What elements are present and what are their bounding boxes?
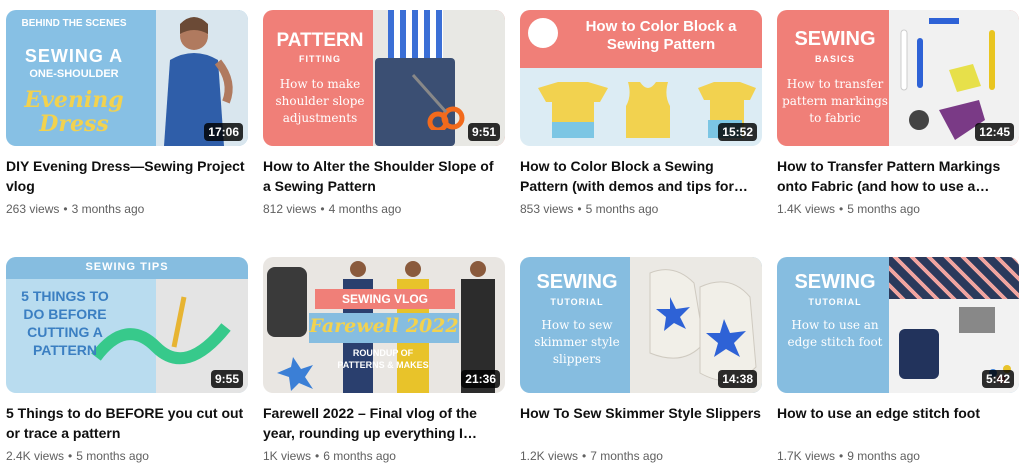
- video-thumbnail[interactable]: SEWING TUTORIAL How to sew skimmer style…: [520, 257, 762, 393]
- thumb-body: How to use an edge stitch foot: [787, 318, 883, 349]
- thumb-kicker: BEHIND THE SCENES: [21, 18, 127, 29]
- thumb-heading: SEWING: [794, 271, 876, 293]
- view-count: 1.2K views: [520, 449, 579, 463]
- upload-age: 6 months ago: [323, 449, 396, 463]
- video-thumbnail[interactable]: PATTERN FITTING How to make shoulder slo…: [263, 10, 505, 146]
- view-count: 263 views: [6, 202, 60, 216]
- thumb-body: 5 THINGS TO DO BEFORE CUTTING A PATTERN: [21, 288, 109, 358]
- thumb-subheading: TUTORIAL: [550, 297, 604, 307]
- thumb-heading: SEWING A: [24, 46, 124, 66]
- duration-badge: 17:06: [204, 123, 243, 141]
- video-card[interactable]: SEWING TIPS 5 THINGS TO DO BEFORE CUTTIN…: [6, 257, 248, 465]
- thumb-heading: SEWING: [794, 28, 876, 50]
- duration-badge: 9:51: [467, 123, 500, 141]
- duration-badge: 12:45: [975, 123, 1014, 141]
- thumb-heading: SEWING TIPS: [85, 261, 169, 273]
- upload-age: 5 months ago: [847, 202, 920, 216]
- duration-badge: 15:52: [718, 123, 757, 141]
- video-card[interactable]: SEWING VLOG Farewell 2022 ROUNDUP OF PAT…: [263, 257, 505, 465]
- video-meta: 1.7K views • 9 months ago: [777, 449, 920, 463]
- video-thumbnail[interactable]: SEWING BASICS How to transfer pattern ma…: [777, 10, 1019, 146]
- video-meta: 1K views • 6 months ago: [263, 449, 396, 463]
- upload-age: 3 months ago: [71, 202, 145, 216]
- video-card[interactable]: SEWING TUTORIAL How to sew skimmer style…: [520, 257, 762, 465]
- upload-age: 7 months ago: [590, 449, 663, 463]
- scissors-icon: [411, 74, 465, 130]
- thumb-heading: SEWING: [536, 271, 618, 293]
- view-count: 812 views: [263, 202, 317, 216]
- thumb-heading: SEWING VLOG: [341, 292, 428, 306]
- view-count: 2.4K views: [6, 449, 65, 463]
- video-meta: 2.4K views • 5 months ago: [6, 449, 149, 463]
- thumb-body: ROUNDUP OF PATTERNS & MAKES: [337, 348, 429, 370]
- thumb-subheading: TUTORIAL: [808, 297, 862, 307]
- video-thumbnail[interactable]: SEWING TUTORIAL How to use an edge stitc…: [777, 257, 1019, 393]
- upload-age: 4 months ago: [328, 202, 402, 216]
- view-count: 1.7K views: [777, 449, 836, 463]
- thumb-subheading: FITTING: [299, 54, 341, 64]
- thumb-body: How to sew skimmer style slippers: [534, 318, 620, 366]
- video-title[interactable]: How to Alter the Shoulder Slope of a Sew…: [263, 156, 505, 196]
- video-meta: 1.4K views • 5 months ago: [777, 202, 920, 216]
- upload-age: 5 months ago: [585, 202, 659, 216]
- video-title[interactable]: How to Transfer Pattern Markings onto Fa…: [777, 156, 1019, 196]
- video-title[interactable]: 5 Things to do BEFORE you cut out or tra…: [6, 403, 248, 443]
- video-meta: 263 views • 3 months ago: [6, 202, 145, 216]
- duration-badge: 14:38: [718, 370, 757, 388]
- duration-badge: 21:36: [461, 370, 500, 388]
- video-thumbnail[interactable]: SEWING VLOG Farewell 2022 ROUNDUP OF PAT…: [263, 257, 505, 393]
- video-thumbnail[interactable]: How to Color Block a Sewing Pattern 15:5…: [520, 10, 762, 146]
- video-title[interactable]: DIY Evening Dress—Sewing Project vlog: [6, 156, 248, 196]
- video-meta: 1.2K views • 7 months ago: [520, 449, 663, 463]
- video-card[interactable]: BEHIND THE SCENES SEWING A ONE-SHOULDER …: [6, 10, 248, 218]
- logo-badge: [528, 18, 558, 48]
- thumb-body: How to transfer pattern markings to fabr…: [782, 77, 888, 125]
- video-title[interactable]: How to use an edge stitch foot: [777, 403, 1019, 443]
- video-card[interactable]: SEWING BASICS How to transfer pattern ma…: [777, 10, 1019, 218]
- video-card[interactable]: How to Color Block a Sewing Pattern 15:5…: [520, 10, 762, 218]
- upload-age: 5 months ago: [76, 449, 149, 463]
- thumb-subheading: BASICS: [814, 54, 855, 64]
- video-card[interactable]: PATTERN FITTING How to make shoulder slo…: [263, 10, 505, 218]
- video-thumbnail[interactable]: SEWING TIPS 5 THINGS TO DO BEFORE CUTTIN…: [6, 257, 248, 393]
- thumb-subheading: ONE-SHOULDER: [29, 68, 119, 80]
- video-meta: 853 views • 5 months ago: [520, 202, 659, 216]
- thumb-script: Farewell 2022: [309, 315, 459, 337]
- video-title[interactable]: Farewell 2022 – Final vlog of the year, …: [263, 403, 505, 443]
- video-meta: 812 views • 4 months ago: [263, 202, 402, 216]
- thumb-body: How to make shoulder slope adjustments: [275, 77, 365, 125]
- upload-age: 9 months ago: [847, 449, 920, 463]
- thumb-script: Evening Dress: [24, 87, 124, 137]
- video-card[interactable]: SEWING TUTORIAL How to use an edge stitc…: [777, 257, 1019, 465]
- view-count: 853 views: [520, 202, 574, 216]
- video-title[interactable]: How To Sew Skimmer Style Slippers: [520, 403, 762, 443]
- duration-badge: 9:55: [210, 370, 243, 388]
- thumb-heading: How to Color Block a Sewing Pattern: [585, 18, 737, 53]
- video-title[interactable]: How to Color Block a Sewing Pattern (wit…: [520, 156, 762, 196]
- view-count: 1.4K views: [777, 202, 836, 216]
- video-thumbnail[interactable]: BEHIND THE SCENES SEWING A ONE-SHOULDER …: [6, 10, 248, 146]
- thumb-heading: PATTERN: [276, 30, 364, 51]
- duration-badge: 5:42: [981, 370, 1014, 388]
- view-count: 1K views: [263, 449, 312, 463]
